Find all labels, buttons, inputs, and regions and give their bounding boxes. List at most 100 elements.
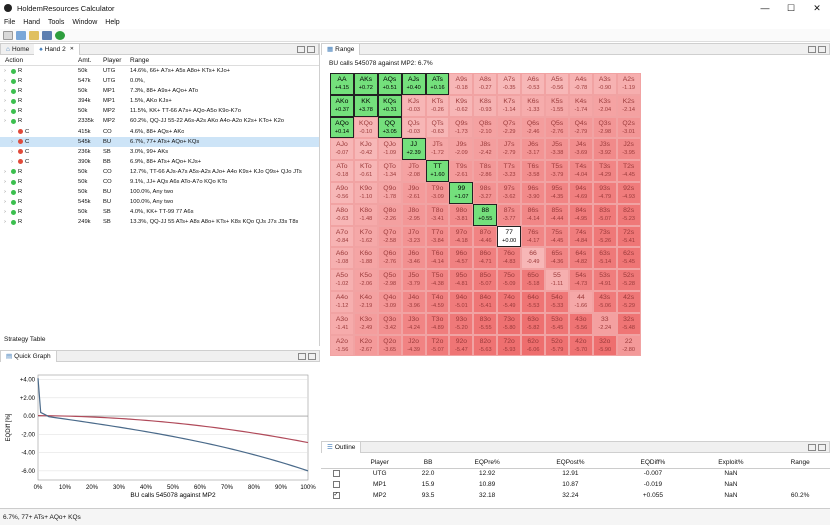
range-minimize-button[interactable] [808, 45, 816, 53]
range-cell[interactable]: KTs -0.26 [425, 94, 450, 117]
range-cell[interactable]: 99 +1.07 [449, 181, 474, 204]
range-cell[interactable]: A7s -0.35 [497, 73, 522, 95]
range-cell[interactable]: 84o -5.41 [473, 290, 498, 313]
range-cell[interactable]: KK +3.78 [353, 94, 378, 117]
range-cell[interactable]: 32s -5.48 [616, 312, 641, 335]
new-file-icon[interactable] [3, 30, 13, 40]
range-cell[interactable]: J4s -3.69 [568, 138, 593, 161]
range-cell[interactable]: J6s -3.17 [521, 138, 546, 161]
maximize-button[interactable]: ☐ [778, 0, 804, 16]
range-cell[interactable]: AQs +0.51 [377, 73, 402, 95]
tab-outline[interactable]: ☰ Outline [322, 441, 362, 453]
range-cell[interactable]: Q3o -3.42 [377, 312, 402, 335]
range-cell[interactable]: K3s -2.04 [592, 94, 617, 117]
range-cell[interactable]: 22 -2.80 [616, 334, 641, 357]
range-cell[interactable]: J4o -3.96 [401, 290, 426, 313]
action-row[interactable]: › R 50k MP2 11.5%, KK+ TT-66 A7s+ AQo-A5o K9… [0, 106, 319, 116]
range-cell[interactable]: 33 -2.24 [592, 312, 617, 335]
minimize-button[interactable]: — [752, 0, 778, 16]
range-cell[interactable]: 93s -4.79 [592, 181, 617, 204]
range-cell[interactable]: A2s -1.19 [616, 73, 641, 95]
range-cell[interactable]: 76o -4.83 [497, 247, 522, 270]
range-cell[interactable]: K8s -0.93 [473, 94, 498, 117]
range-cell[interactable]: Q5o -2.98 [377, 269, 402, 291]
panel-minimize-button[interactable] [297, 45, 305, 53]
col-bb[interactable]: BB [408, 457, 448, 469]
range-cell[interactable]: K5s -1.55 [545, 94, 569, 117]
range-cell[interactable]: J5s -3.38 [545, 138, 569, 161]
expand-arrow-icon[interactable]: › [4, 167, 6, 177]
range-cell[interactable]: Q4o -3.09 [377, 290, 402, 313]
range-cell[interactable]: T7o -3.84 [425, 225, 450, 248]
range-cell[interactable]: J8o -2.95 [401, 203, 426, 226]
range-cell[interactable]: 43s -5.06 [592, 290, 617, 313]
range-cell[interactable]: 87s -3.77 [497, 203, 522, 226]
range-cell[interactable]: T3o -4.89 [425, 312, 450, 335]
range-cell[interactable]: AKs +0.72 [353, 73, 378, 95]
range-cell[interactable]: 86s -4.14 [521, 203, 546, 226]
action-row[interactable]: › R 394k MP1 1.5%, AKo KJs+ [0, 96, 319, 106]
range-cell[interactable]: J6o -3.46 [401, 247, 426, 270]
range-cell[interactable]: 72o -5.93 [497, 334, 522, 357]
range-cell[interactable]: 44 -1.66 [568, 290, 593, 313]
range-cell[interactable]: 63o -5.82 [521, 312, 546, 335]
range-cell[interactable]: Q9s -1.73 [449, 116, 474, 139]
outline-minimize-button[interactable] [808, 443, 816, 451]
range-cell[interactable]: KQs +0.31 [377, 94, 402, 117]
strategy-table-tab[interactable]: Strategy Table [4, 336, 45, 343]
range-cell[interactable]: T2s -4.45 [616, 160, 641, 182]
col-player[interactable]: Player [351, 457, 409, 469]
range-cell[interactable]: JTo -2.08 [401, 160, 426, 182]
menu-window[interactable]: Window [68, 19, 101, 26]
range-cell[interactable]: 64o -5.53 [521, 290, 546, 313]
range-cell[interactable]: JJ +2.39 [401, 138, 426, 161]
range-cell[interactable]: A6o -1.08 [330, 247, 354, 270]
range-cell[interactable]: QJo -1.09 [377, 138, 402, 161]
tab-close-icon[interactable]: ✕ [70, 46, 74, 52]
range-cell[interactable]: KJo -0.42 [353, 138, 378, 161]
range-cell[interactable]: T4s -4.04 [568, 160, 593, 182]
range-cell[interactable]: Q8s -2.10 [473, 116, 498, 139]
tab-home[interactable]: ⌂ Home [1, 44, 34, 55]
action-row[interactable]: › C 545k BU 6.7%, 77+ ATs+ AQo+ KQs [0, 136, 319, 147]
outline-row[interactable]: MP1 15.9 10.89 10.87 -0.019 NaN [321, 479, 830, 490]
open-folder-icon[interactable] [29, 30, 39, 40]
expand-arrow-icon[interactable]: › [4, 187, 6, 197]
range-cell[interactable]: 66 -0.49 [521, 247, 546, 270]
range-cell[interactable]: 53o -5.45 [545, 312, 569, 335]
range-cell[interactable]: QTo -1.34 [377, 160, 402, 182]
menu-tools[interactable]: Tools [44, 19, 68, 26]
range-cell[interactable]: AA +4.15 [330, 73, 354, 95]
range-cell[interactable]: J2o -4.39 [401, 334, 426, 357]
range-cell[interactable]: KJs -0.03 [401, 94, 426, 117]
range-cell[interactable]: K5o -2.06 [353, 269, 378, 291]
action-row[interactable]: › C 390k BB 6.9%, 88+ ATs+ AQo+ KJs+ [0, 157, 319, 167]
range-cell[interactable]: T3s -4.29 [592, 160, 617, 182]
outline-row[interactable]: ✓ MP2 93.5 32.18 32.24 +0.055 NaN 60.2% [321, 490, 830, 501]
range-cell[interactable]: T2o -5.07 [425, 334, 450, 357]
range-cell[interactable]: T6s -3.58 [521, 160, 546, 182]
col-range[interactable]: Range [770, 457, 830, 469]
range-cell[interactable]: 84s -4.95 [568, 203, 593, 226]
outline-row[interactable]: UTG 22.0 12.92 12.91 -0.007 NaN [321, 468, 830, 479]
range-cell[interactable]: 62s -5.45 [616, 247, 641, 270]
tab-quick-graph[interactable]: ▤ Quick Graph [1, 350, 57, 362]
range-cell[interactable]: K2o -2.67 [353, 334, 378, 357]
outline-maximize-button[interactable] [818, 443, 826, 451]
col-eqdiff[interactable]: EQDiff% [614, 457, 692, 469]
range-cell[interactable]: K3o -2.49 [353, 312, 378, 335]
range-cell[interactable]: K6o -1.88 [353, 247, 378, 270]
range-cell[interactable]: 85s -4.44 [545, 203, 569, 226]
range-cell[interactable]: J9o -2.61 [401, 181, 426, 204]
range-cell[interactable]: A3o -1.41 [330, 312, 354, 335]
action-row[interactable]: › C 236k SB 3.0%, 99+ AKs [0, 147, 319, 157]
action-row[interactable]: › R 50k MP1 7.3%, 88+ A9s+ AQo+ ATo [0, 86, 319, 96]
range-cell[interactable]: 63s -5.14 [592, 247, 617, 270]
range-cell[interactable]: K4o -2.19 [353, 290, 378, 313]
range-cell[interactable]: J7o -3.23 [401, 225, 426, 248]
range-cell[interactable]: 43o -5.56 [568, 312, 593, 335]
col-amt[interactable]: Amt. [78, 57, 91, 64]
range-cell[interactable]: JTs -1.72 [425, 138, 450, 161]
col-eqpre[interactable]: EQPre% [447, 457, 527, 469]
action-row[interactable]: › R 50k BU 100.0%, Any two [0, 187, 319, 197]
